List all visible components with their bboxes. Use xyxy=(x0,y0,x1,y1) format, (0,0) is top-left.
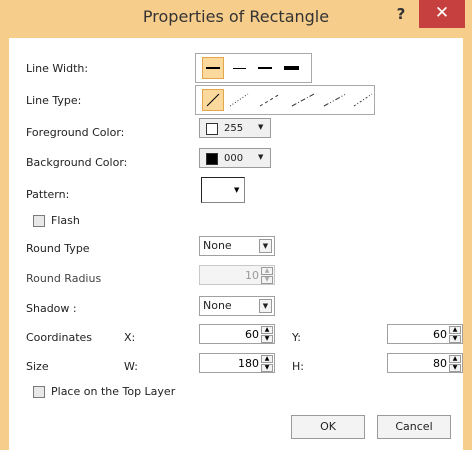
shadow-label: Shadow : xyxy=(26,302,77,315)
size-label: Size xyxy=(26,360,49,373)
line-type-picker[interactable] xyxy=(195,85,375,115)
height-spinner[interactable]: 80 ▲ ▼ xyxy=(387,353,463,373)
line-width-3[interactable] xyxy=(258,67,272,69)
line-width-picker[interactable] xyxy=(195,53,312,83)
line-width-2[interactable] xyxy=(233,68,246,69)
shadow-value: None xyxy=(203,299,232,312)
line-type-solid[interactable] xyxy=(202,89,224,111)
foreground-color-label: Foreground Color: xyxy=(26,126,125,139)
chevron-down-icon: ▼ xyxy=(259,239,272,253)
spin-down-icon[interactable]: ▼ xyxy=(449,335,461,343)
pattern-picker[interactable]: ▼ xyxy=(201,177,245,203)
spin-up-icon[interactable]: ▲ xyxy=(261,267,273,275)
chevron-down-icon: ▼ xyxy=(259,299,272,313)
top-layer-label: Place on the Top Layer xyxy=(51,385,176,398)
chevron-down-icon: ▼ xyxy=(258,153,264,161)
y-value: 60 xyxy=(433,328,447,341)
top-layer-checkbox[interactable] xyxy=(33,386,45,398)
coordinates-label: Coordinates xyxy=(26,331,93,344)
line-type-label: Line Type: xyxy=(26,94,82,107)
round-type-label: Round Type xyxy=(26,242,90,255)
background-swatch xyxy=(206,153,218,165)
x-label: X: xyxy=(124,331,136,344)
round-radius-value: 10 xyxy=(245,269,259,282)
round-radius-label: Round Radius xyxy=(26,272,102,285)
spin-down-icon[interactable]: ▼ xyxy=(261,276,273,284)
w-label: W: xyxy=(124,360,138,373)
spin-down-icon[interactable]: ▼ xyxy=(261,335,273,343)
background-value: 000 xyxy=(224,153,244,164)
round-type-value: None xyxy=(203,239,232,252)
round-type-select[interactable]: None ▼ xyxy=(199,236,275,256)
cancel-button[interactable]: Cancel xyxy=(377,415,451,439)
properties-dialog: Properties of Rectangle ? ✕ Line Width: … xyxy=(0,0,472,450)
foreground-color-button[interactable]: 255 ▼ xyxy=(199,118,271,138)
spin-down-icon[interactable]: ▼ xyxy=(261,364,273,372)
line-type-dashed-options[interactable] xyxy=(226,86,376,114)
spin-down-icon[interactable]: ▼ xyxy=(449,364,461,372)
width-spinner[interactable]: 180 ▲ ▼ xyxy=(199,353,275,373)
spin-up-icon[interactable]: ▲ xyxy=(449,355,461,363)
w-value: 180 xyxy=(238,357,259,370)
title-bar: Properties of Rectangle ? ✕ xyxy=(0,0,472,38)
spin-up-icon[interactable]: ▲ xyxy=(449,326,461,334)
h-label: H: xyxy=(292,360,304,373)
x-spinner[interactable]: 60 ▲ ▼ xyxy=(199,324,275,344)
line-width-4[interactable] xyxy=(284,66,299,70)
background-color-button[interactable]: 000 ▼ xyxy=(199,148,271,168)
foreground-swatch xyxy=(206,123,218,135)
round-radius-spinner[interactable]: 10 ▲ ▼ xyxy=(199,265,275,285)
shadow-select[interactable]: None ▼ xyxy=(199,296,275,316)
line-width-1[interactable] xyxy=(202,57,224,79)
chevron-down-icon: ▼ xyxy=(234,186,240,194)
help-button[interactable]: ? xyxy=(391,4,411,26)
chevron-down-icon: ▼ xyxy=(258,123,264,131)
ok-button[interactable]: OK xyxy=(291,415,365,439)
flash-checkbox[interactable] xyxy=(33,215,45,227)
dialog-client: Line Width: Line Type: Foreground Color:… xyxy=(9,38,463,450)
background-color-label: Background Color: xyxy=(26,156,128,169)
flash-label: Flash xyxy=(51,214,80,227)
spin-up-icon[interactable]: ▲ xyxy=(261,355,273,363)
close-button[interactable]: ✕ xyxy=(419,0,465,28)
h-value: 80 xyxy=(433,357,447,370)
foreground-value: 255 xyxy=(224,123,244,134)
pattern-label: Pattern: xyxy=(26,188,70,201)
line-width-label: Line Width: xyxy=(26,62,89,75)
y-spinner[interactable]: 60 ▲ ▼ xyxy=(387,324,463,344)
y-label: Y: xyxy=(292,331,301,344)
spin-up-icon[interactable]: ▲ xyxy=(261,326,273,334)
x-value: 60 xyxy=(245,328,259,341)
